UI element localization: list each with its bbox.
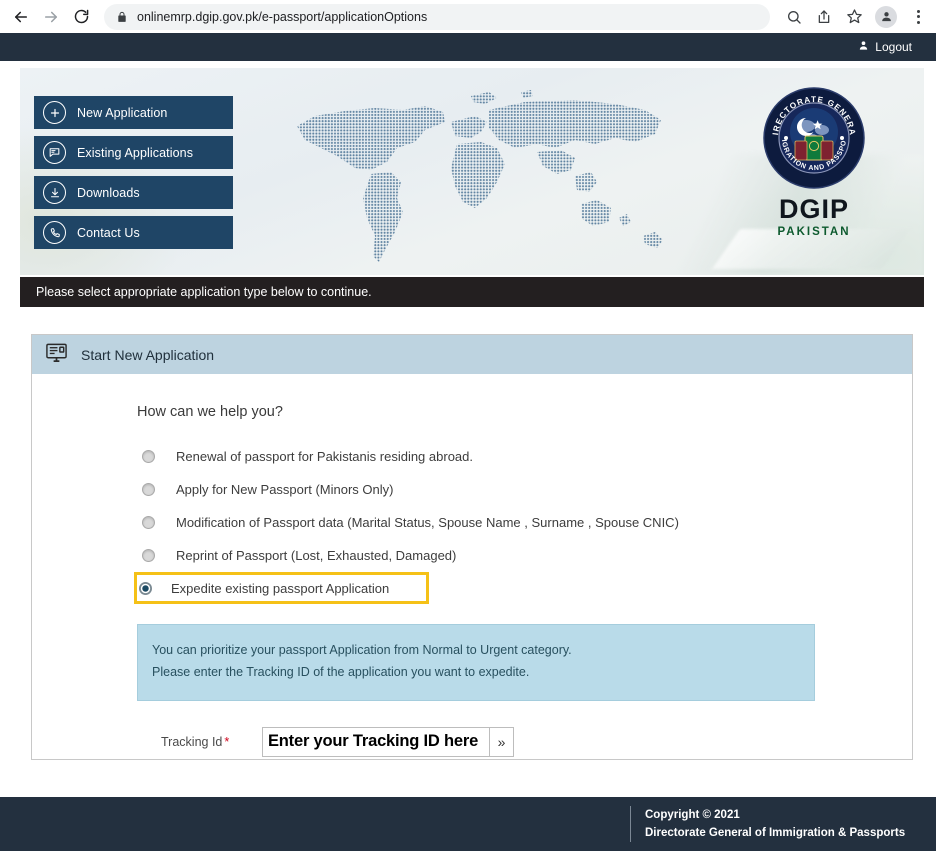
- lock-icon: [116, 11, 128, 23]
- browser-toolbar: onlinemrp.dgip.gov.pk/e-passport/applica…: [0, 0, 936, 33]
- radio-button[interactable]: [142, 450, 155, 463]
- radio-button[interactable]: [142, 483, 155, 496]
- banner-nav-list: New Application Existing Applications Do…: [34, 96, 233, 256]
- option-reprint-passport[interactable]: Reprint of Passport (Lost, Exhausted, Da…: [137, 539, 912, 572]
- nav-downloads[interactable]: Downloads: [34, 176, 233, 209]
- footer-org: Directorate General of Immigration & Pas…: [645, 827, 906, 839]
- instruction-text: Please select appropriate application ty…: [36, 285, 372, 299]
- card-title: Start New Application: [81, 346, 215, 363]
- hero-banner: New Application Existing Applications Do…: [20, 68, 924, 275]
- card-header: Start New Application: [32, 335, 912, 374]
- radio-button[interactable]: [142, 549, 155, 562]
- logout-label: Logout: [875, 40, 912, 54]
- radio-button[interactable]: [142, 516, 155, 529]
- dgip-seal-icon: DIRECTORATE GENERAL IMMIGRATION AND PASS…: [758, 79, 866, 190]
- profile-avatar-icon[interactable]: [875, 5, 897, 28]
- kebab-menu-icon[interactable]: [904, 3, 932, 31]
- plus-circle-icon: [43, 101, 66, 124]
- start-new-application-card: Start New Application How can we help yo…: [31, 334, 913, 760]
- footer-text: Copyright © 2021 Directorate General of …: [645, 806, 905, 843]
- reload-icon[interactable]: [66, 2, 96, 32]
- nav-label: Existing Applications: [77, 145, 194, 160]
- utility-bar: Logout: [0, 33, 936, 61]
- nav-contact-us[interactable]: Contact Us: [34, 216, 233, 249]
- instruction-bar: Please select appropriate application ty…: [20, 277, 924, 307]
- nav-existing-applications[interactable]: Existing Applications: [34, 136, 233, 169]
- browser-action-icons: [780, 3, 936, 31]
- footer-copyright: Copyright © 2021: [645, 808, 740, 821]
- share-icon[interactable]: [810, 3, 838, 31]
- person-icon: [858, 40, 869, 54]
- address-bar-url: onlinemrp.dgip.gov.pk/e-passport/applica…: [137, 9, 428, 24]
- speech-bubble-question-icon: [43, 141, 66, 164]
- page-root: onlinemrp.dgip.gov.pk/e-passport/applica…: [0, 0, 936, 864]
- option-expedite-existing-application[interactable]: Expedite existing passport Application: [134, 572, 429, 604]
- card-body: How can we help you? Renewal of passport…: [32, 374, 912, 757]
- question-label: How can we help you?: [137, 404, 283, 420]
- tracking-id-label: Tracking Id *: [137, 735, 262, 749]
- info-message-box: You can prioritize your passport Applica…: [137, 624, 815, 701]
- nav-label: Downloads: [77, 185, 140, 200]
- dgip-subtitle: PAKISTAN: [777, 226, 851, 238]
- forward-arrow-icon[interactable]: [36, 2, 66, 32]
- logout-button[interactable]: Logout: [858, 40, 912, 54]
- option-renewal-abroad[interactable]: Renewal of passport for Pakistanis resid…: [137, 440, 912, 473]
- address-bar[interactable]: onlinemrp.dgip.gov.pk/e-passport/applica…: [104, 3, 770, 30]
- dotted-world-map: [275, 86, 705, 266]
- back-arrow-icon[interactable]: [6, 2, 36, 32]
- info-line-1: You can prioritize your passport Applica…: [152, 643, 572, 657]
- dgip-logo: DIRECTORATE GENERAL IMMIGRATION AND PASS…: [744, 79, 884, 238]
- option-modification-passport-data[interactable]: Modification of Passport data (Marital S…: [137, 506, 912, 539]
- star-icon[interactable]: [840, 3, 868, 31]
- footer-divider: [630, 806, 631, 842]
- dgip-title: DGIP: [778, 194, 849, 224]
- monitor-document-icon: [45, 341, 68, 369]
- nav-new-application[interactable]: New Application: [34, 96, 233, 129]
- download-arrow-icon: [43, 181, 66, 204]
- info-line-2: Please enter the Tracking ID of the appl…: [152, 664, 530, 679]
- phone-icon: [43, 221, 66, 244]
- radio-button-selected[interactable]: [139, 581, 152, 595]
- tracking-id-label-text: Tracking Id: [161, 734, 223, 749]
- page-footer: Copyright © 2021 Directorate General of …: [0, 797, 936, 851]
- option-label: Renewal of passport for Pakistanis resid…: [176, 449, 473, 464]
- tracking-id-row: Tracking Id * Enter your Tracking ID here…: [137, 726, 912, 757]
- option-label: Expedite existing passport Application: [171, 580, 390, 596]
- required-asterisk: *: [224, 734, 230, 749]
- option-label: Reprint of Passport (Lost, Exhausted, Da…: [176, 548, 457, 563]
- nav-label: Contact Us: [77, 225, 140, 240]
- option-new-passport-minors[interactable]: Apply for New Passport (Minors Only): [137, 473, 912, 506]
- option-label: Modification of Passport data (Marital S…: [176, 515, 679, 530]
- search-icon[interactable]: [780, 3, 808, 31]
- nav-label: New Application: [77, 105, 168, 120]
- tracking-id-submit-button[interactable]: »: [490, 726, 514, 757]
- tracking-id-input[interactable]: Enter your Tracking ID here: [262, 726, 490, 757]
- option-label: Apply for New Passport (Minors Only): [176, 482, 394, 497]
